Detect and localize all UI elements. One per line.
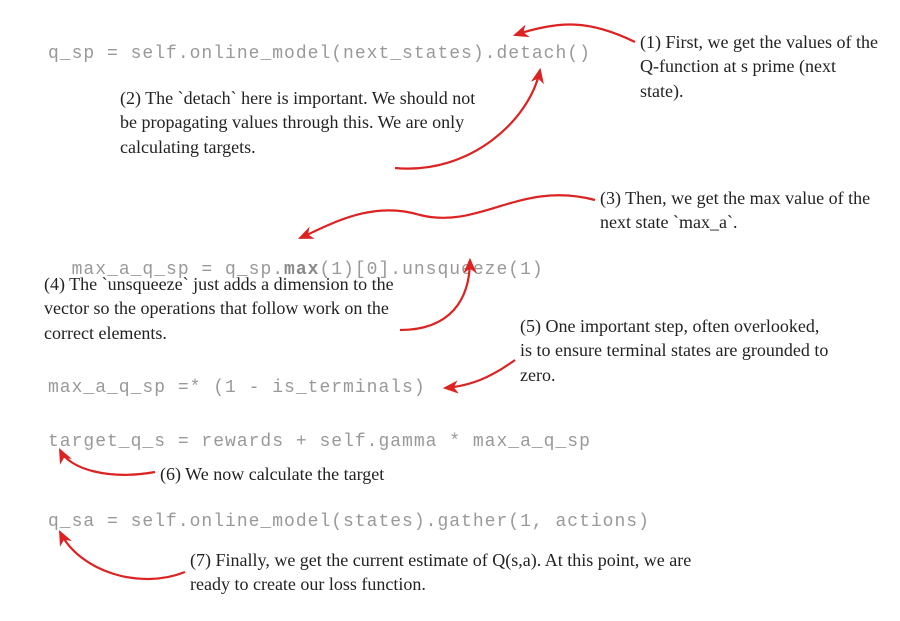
annotation-2: (2) The `detach` here is important. We s… bbox=[120, 86, 480, 159]
arrow-3 bbox=[300, 195, 595, 238]
code-line-5: q_sa = self.online_model(states).gather(… bbox=[48, 512, 650, 532]
page-canvas: { "code": { "line1": "q_sp = self.online… bbox=[0, 0, 900, 621]
arrow-1 bbox=[515, 25, 635, 42]
annotation-6: (6) We now calculate the target bbox=[160, 462, 384, 486]
code-line-4: target_q_s = rewards + self.gamma * max_… bbox=[48, 432, 591, 452]
arrow-7 bbox=[60, 532, 185, 579]
annotation-5: (5) One important step, often overlooked… bbox=[520, 314, 830, 387]
annotation-3: (3) Then, we get the max value of the ne… bbox=[600, 186, 880, 235]
arrow-5 bbox=[445, 360, 515, 388]
code-line-1: q_sp = self.online_model(next_states).de… bbox=[48, 44, 591, 64]
annotation-7: (7) Finally, we get the current estimate… bbox=[190, 548, 710, 597]
annotation-4: (4) The `unsqueeze` just adds a dimensio… bbox=[44, 272, 394, 345]
code-line-3: max_a_q_sp =* (1 - is_terminals) bbox=[48, 378, 426, 398]
arrow-6 bbox=[60, 450, 155, 475]
annotation-1: (1) First, we get the values of the Q-fu… bbox=[640, 30, 880, 103]
